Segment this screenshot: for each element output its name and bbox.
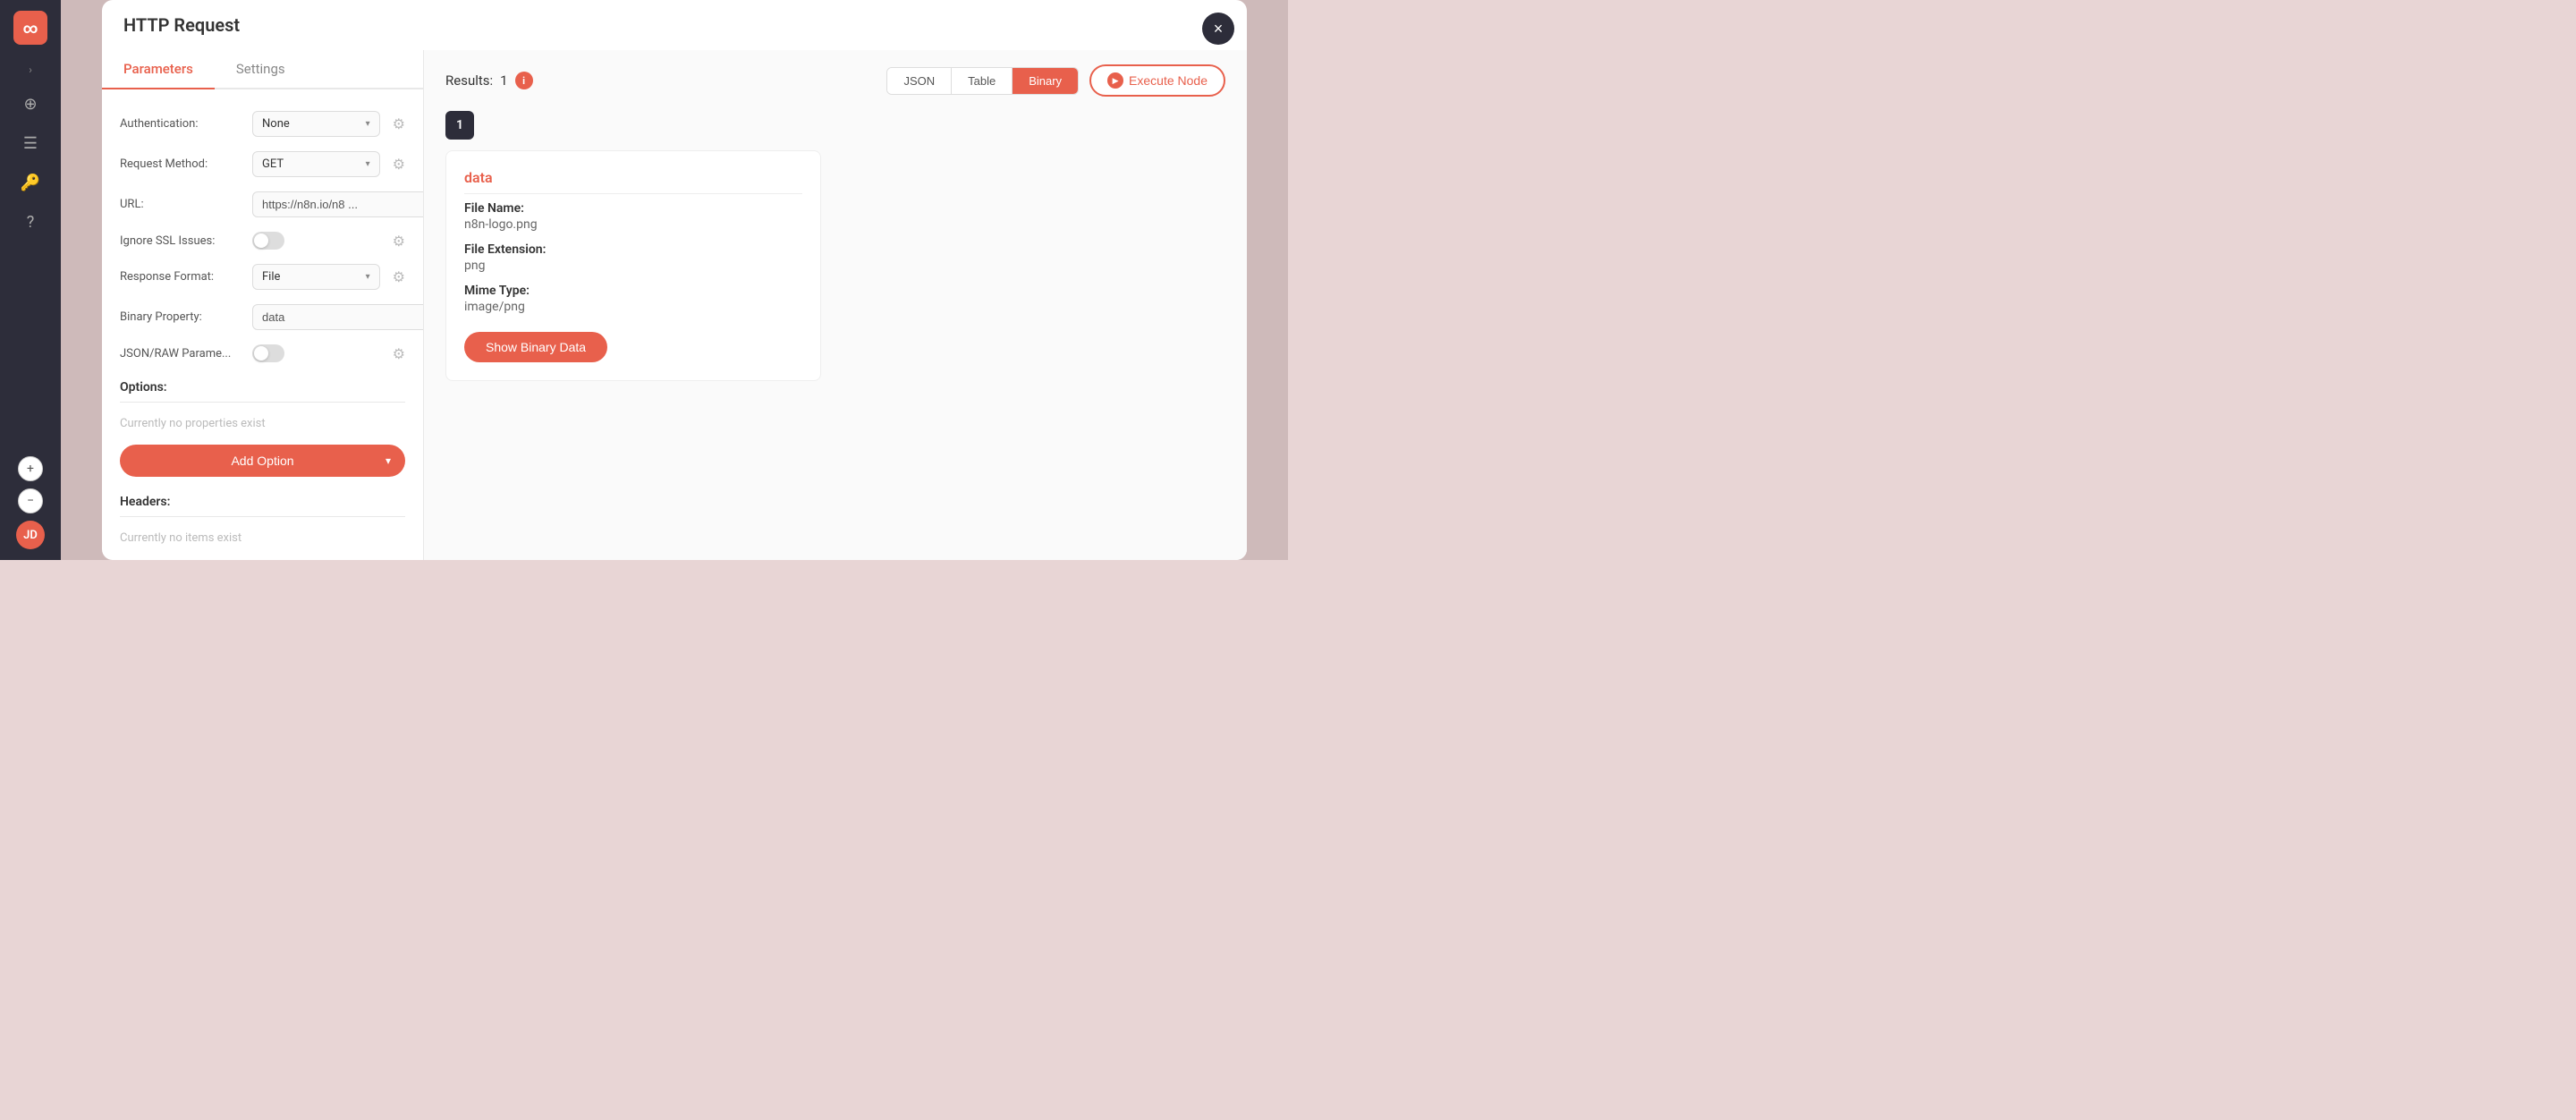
url-row: URL: ⚙	[102, 184, 423, 225]
file-name-value: n8n-logo.png	[464, 217, 802, 232]
tab-table[interactable]: Table	[952, 68, 1013, 94]
headers-divider	[120, 516, 405, 517]
json-raw-control	[252, 344, 380, 362]
options-section-header: Options:	[102, 369, 423, 398]
modal-body: Parameters Settings Authentication: None…	[102, 50, 1247, 560]
authentication-row: Authentication: None ▾ ⚙	[102, 104, 423, 144]
chevron-down-icon: ▾	[366, 159, 370, 169]
tab-binary[interactable]: Binary	[1013, 68, 1078, 94]
execute-node-button[interactable]: ▶ Execute Node	[1089, 64, 1225, 97]
binary-property-input[interactable]	[252, 304, 424, 330]
authentication-gear-icon[interactable]: ⚙	[393, 115, 405, 132]
results-count: 1	[500, 72, 507, 89]
right-panel: Results: 1 i JSON Table	[424, 50, 1247, 560]
file-name-field: File Name: n8n-logo.png	[464, 201, 802, 232]
mime-type-value: image/png	[464, 300, 802, 314]
tab-parameters[interactable]: Parameters	[102, 50, 215, 89]
response-format-gear-icon[interactable]: ⚙	[393, 268, 405, 285]
panel-tabs: Parameters Settings	[102, 50, 423, 89]
authentication-label: Authentication:	[120, 117, 245, 131]
data-card: data File Name: n8n-logo.png File Extens…	[445, 150, 821, 381]
response-format-row: Response Format: File ▾ ⚙	[102, 257, 423, 297]
add-option-button[interactable]: Add Option ▾	[120, 445, 405, 477]
request-method-row: Request Method: GET ▾ ⚙	[102, 144, 423, 184]
ignore-ssl-row: Ignore SSL Issues: ⚙	[102, 225, 423, 257]
toggle-knob	[254, 233, 268, 248]
headers-empty-text: Currently no items exist	[102, 524, 423, 552]
ignore-ssl-label: Ignore SSL Issues:	[120, 234, 245, 248]
chevron-down-icon: ▾	[366, 119, 370, 129]
tab-json[interactable]: JSON	[887, 68, 952, 94]
view-tabs: JSON Table Binary	[886, 67, 1079, 95]
response-format-select[interactable]: File ▾	[252, 264, 380, 290]
ignore-ssl-toggle[interactable]	[252, 232, 284, 250]
url-label: URL:	[120, 198, 245, 211]
request-method-gear-icon[interactable]: ⚙	[393, 156, 405, 173]
binary-property-label: Binary Property:	[120, 310, 245, 324]
headers-section-header: Headers:	[102, 484, 423, 513]
sidebar-logo[interactable]: ∞	[13, 11, 47, 45]
binary-property-row: Binary Property: ⚙	[102, 297, 423, 337]
zoom-out-button[interactable]: −	[18, 488, 43, 513]
json-raw-toggle[interactable]	[252, 344, 284, 362]
modal-header: HTTP Request ×	[102, 0, 1247, 50]
tab-settings[interactable]: Settings	[215, 50, 307, 89]
sidebar-collapse-button[interactable]: ›	[20, 59, 41, 81]
modal-overlay: HTTP Request × Parameters Settings	[61, 0, 1288, 560]
toggle-knob	[254, 346, 268, 361]
ignore-ssl-gear-icon[interactable]: ⚙	[393, 233, 405, 250]
request-method-control: GET ▾	[252, 151, 380, 177]
response-format-control: File ▾	[252, 264, 380, 290]
results-info: Results: 1 i	[445, 72, 533, 89]
json-raw-label: JSON/RAW Parame...	[120, 347, 245, 361]
sidebar-bottom: + − JD	[16, 456, 45, 549]
url-input[interactable]	[252, 191, 424, 217]
sidebar-icon-nodes[interactable]: ⊕	[14, 88, 47, 120]
modal-title: HTTP Request	[123, 14, 240, 36]
sidebar-icon-help[interactable]: ?	[14, 206, 47, 238]
ignore-ssl-control	[252, 232, 380, 250]
play-icon: ▶	[1107, 72, 1123, 89]
file-extension-value: png	[464, 259, 802, 273]
avatar[interactable]: JD	[16, 521, 45, 549]
info-icon[interactable]: i	[515, 72, 533, 89]
options-divider	[120, 402, 405, 403]
authentication-control: None ▾	[252, 111, 380, 137]
options-empty-text: Currently no properties exist	[102, 410, 423, 437]
dropdown-arrow-icon: ▾	[386, 454, 391, 467]
sidebar-icon-list[interactable]: ☰	[14, 127, 47, 159]
file-extension-label: File Extension:	[464, 242, 802, 257]
show-binary-data-button[interactable]: Show Binary Data	[464, 332, 607, 362]
request-method-label: Request Method:	[120, 157, 245, 171]
sidebar-icon-key[interactable]: 🔑	[14, 166, 47, 199]
result-item-tabs: 1	[445, 111, 1225, 140]
authentication-select[interactable]: None ▾	[252, 111, 380, 137]
file-extension-field: File Extension: png	[464, 242, 802, 273]
left-panel: Parameters Settings Authentication: None…	[102, 50, 424, 560]
http-request-modal: HTTP Request × Parameters Settings	[102, 0, 1247, 560]
request-method-select[interactable]: GET ▾	[252, 151, 380, 177]
sidebar: ∞ › ⊕ ☰ 🔑 ? + − JD	[0, 0, 61, 560]
json-raw-row: JSON/RAW Parame... ⚙	[102, 337, 423, 369]
file-name-label: File Name:	[464, 201, 802, 216]
json-raw-gear-icon[interactable]: ⚙	[393, 345, 405, 362]
mime-type-label: Mime Type:	[464, 284, 802, 298]
url-control	[252, 191, 424, 217]
binary-property-control	[252, 304, 424, 330]
results-label: Results:	[445, 72, 493, 89]
zoom-in-button[interactable]: +	[18, 456, 43, 481]
modal-close-button[interactable]: ×	[1202, 13, 1234, 45]
results-header: Results: 1 i JSON Table	[445, 64, 1225, 97]
chevron-down-icon: ▾	[366, 272, 370, 282]
result-item-1[interactable]: 1	[445, 111, 474, 140]
data-card-title: data	[464, 169, 802, 194]
mime-type-field: Mime Type: image/png	[464, 284, 802, 314]
response-format-label: Response Format:	[120, 270, 245, 284]
